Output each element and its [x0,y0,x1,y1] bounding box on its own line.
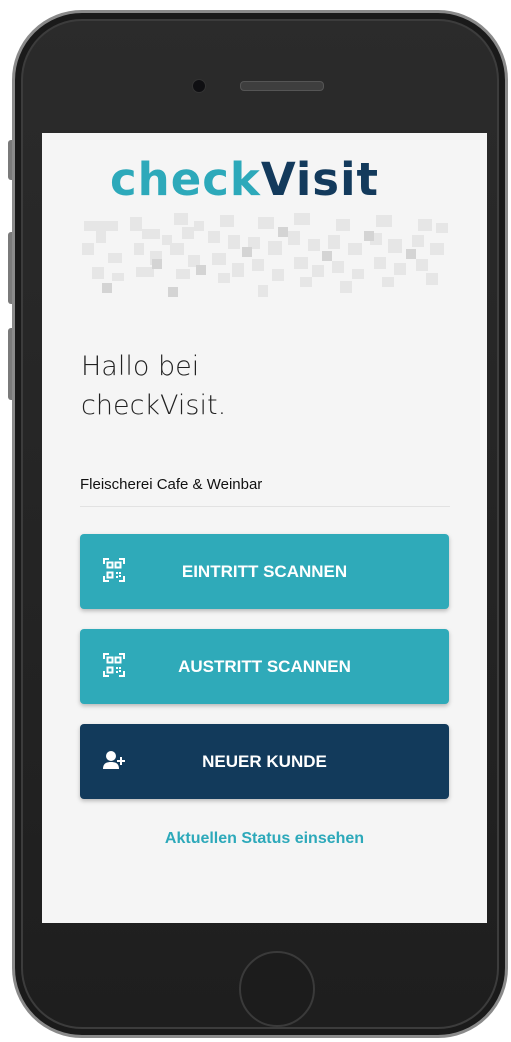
app-logo: checkVisit [110,157,379,202]
logo-part-visit: Visit [260,153,380,206]
new-customer-button[interactable]: NEUER KUNDE [80,724,449,799]
app-screen: checkVisit Hallo bei checkVisit. Fleisch… [42,133,487,923]
business-name: Fleischerei Cafe & Weinbar [80,474,450,507]
front-camera [192,79,206,93]
stage: checkVisit Hallo bei checkVisit. Fleisch… [0,0,511,1042]
greeting-line-2: checkVisit. [81,390,227,421]
home-button[interactable] [239,951,315,1027]
add-user-icon [103,751,125,769]
qr-scan-icon [103,653,125,677]
qr-scan-icon [103,558,125,582]
scan-exit-button[interactable]: AUSTRITT SCANNEN [80,629,449,704]
logo-part-check: check [110,153,261,206]
view-status-link[interactable]: Aktuellen Status einsehen [42,830,487,848]
greeting-line-1: Hallo bei [81,351,200,382]
earpiece-speaker [240,81,324,91]
greeting-heading: Hallo bei checkVisit. [81,347,226,425]
scan-entry-button[interactable]: EINTRITT SCANNEN [80,534,449,609]
scan-exit-label: AUSTRITT SCANNEN [178,657,351,676]
pixel-pattern-decoration [82,213,448,297]
scan-entry-label: EINTRITT SCANNEN [181,562,348,581]
new-customer-label: NEUER KUNDE [202,752,327,771]
